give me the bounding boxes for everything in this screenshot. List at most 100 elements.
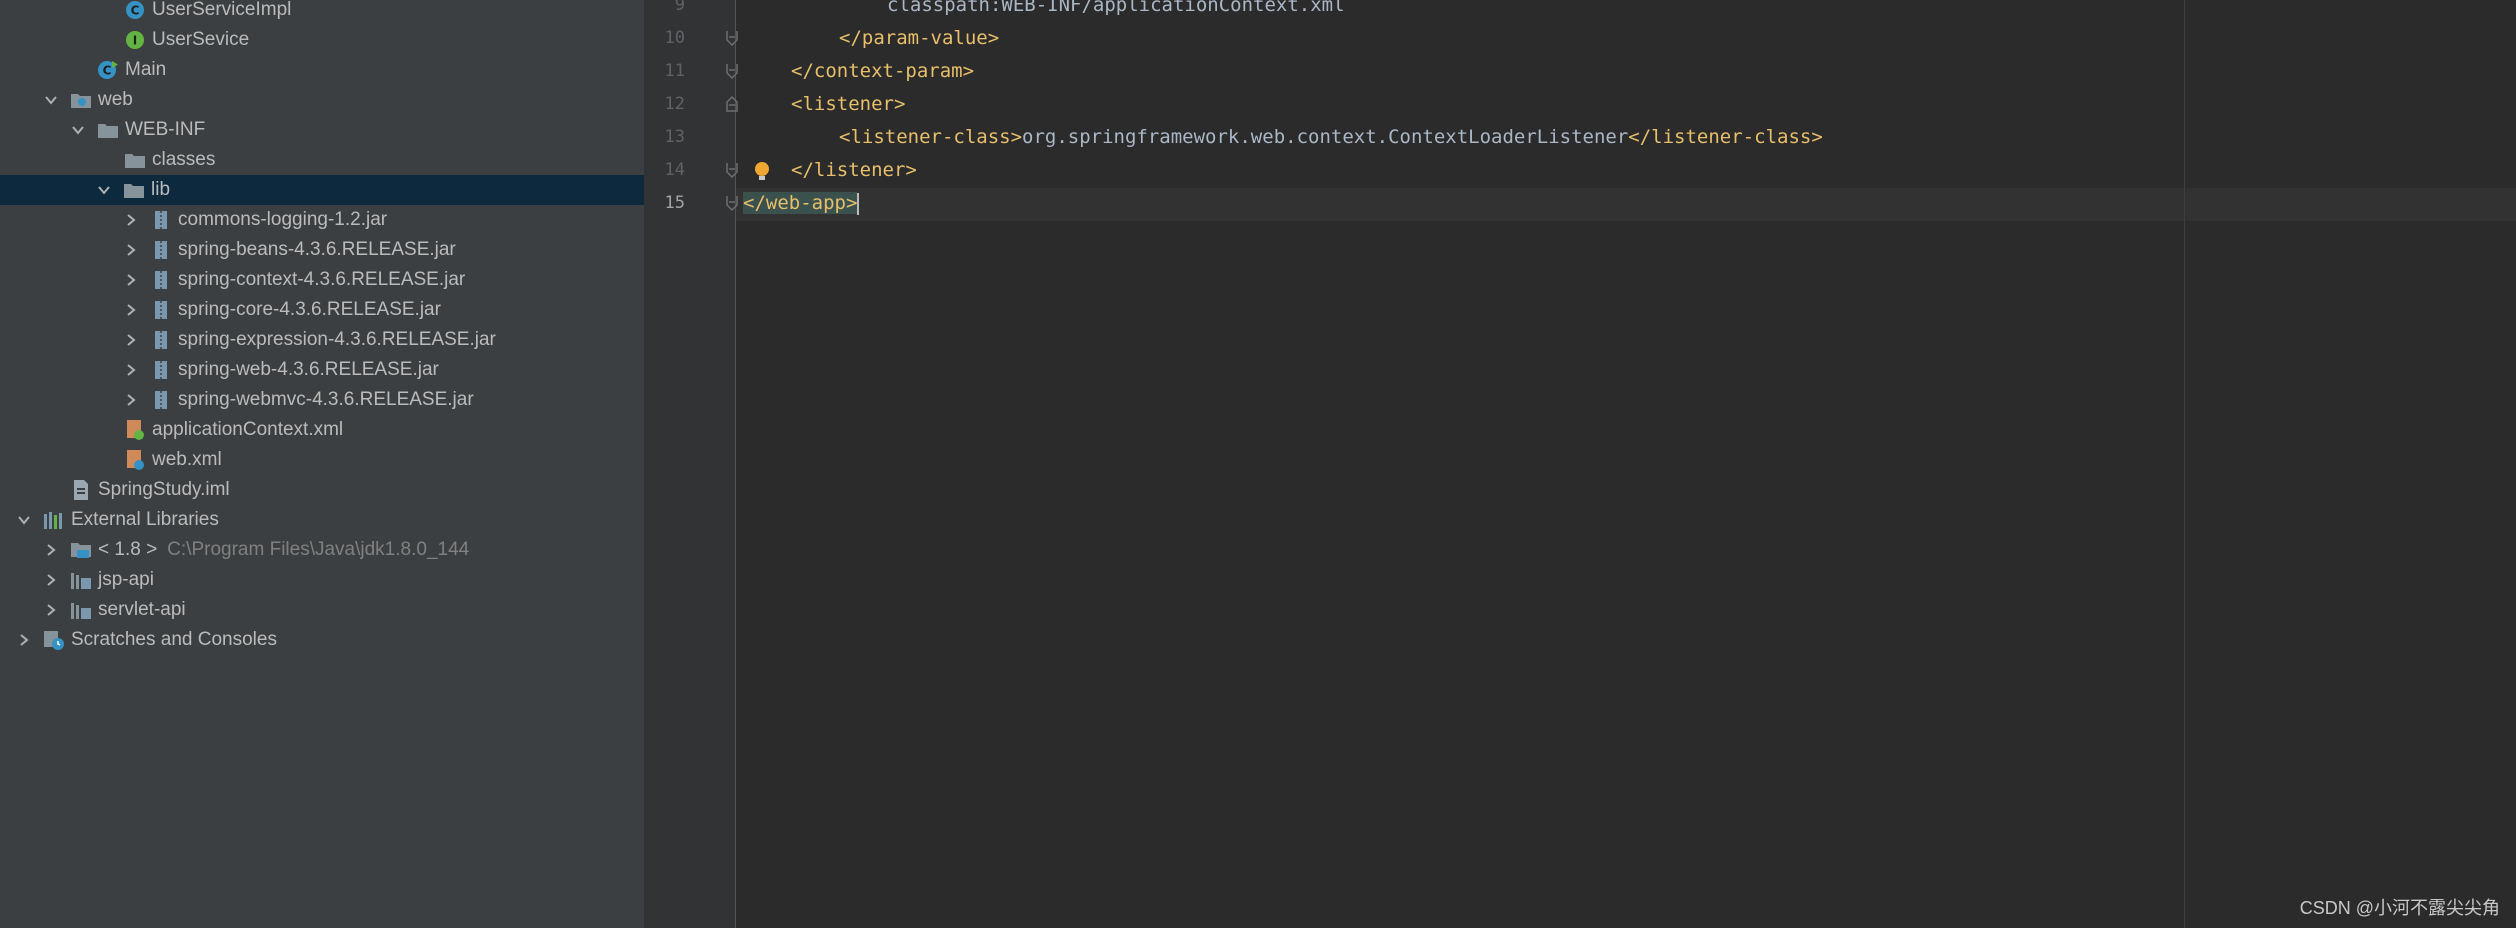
chevron-down-icon[interactable] — [17, 513, 31, 527]
line-number: 15 — [664, 193, 685, 213]
chevron-right-icon[interactable] — [44, 543, 58, 557]
svg-text:I: I — [133, 34, 137, 48]
tree-item-label: spring-beans-4.3.6.RELEASE.jar — [178, 239, 456, 260]
tree-item-label: commons-logging-1.2.jar — [178, 209, 388, 230]
jar-icon — [150, 239, 172, 261]
tree-item-jar[interactable]: spring-core-4.3.6.RELEASE.jar — [0, 295, 644, 325]
tree-item-jar[interactable]: spring-webmvc-4.3.6.RELEASE.jar — [0, 385, 644, 415]
fold-end-icon[interactable] — [725, 162, 739, 178]
folder-icon — [123, 179, 145, 201]
right-margin-guide — [2184, 0, 2185, 928]
chevron-right-icon[interactable] — [124, 273, 138, 287]
chevron-right-icon[interactable] — [44, 573, 58, 587]
jar-icon — [150, 269, 172, 291]
tree-item-lib[interactable]: lib — [0, 175, 644, 205]
code-line-12[interactable]: <listener> — [791, 93, 905, 115]
code-line-10[interactable]: </param-value> — [839, 27, 999, 49]
tree-item-label: classes — [152, 149, 216, 170]
fold-end-icon[interactable] — [725, 63, 739, 79]
tree-item-jdk[interactable]: < 1.8 > C:\Program Files\Java\jdk1.8.0_1… — [0, 535, 644, 565]
java-main-class-icon: C — [97, 59, 119, 81]
xml-tag: </param-value> — [839, 27, 1000, 49]
jar-icon — [150, 329, 172, 351]
code-line-11[interactable]: </context-param> — [791, 60, 974, 82]
jar-icon — [150, 299, 172, 321]
tree-item-servlet-api[interactable]: servlet-api — [0, 595, 644, 625]
tree-item-web[interactable]: web — [0, 85, 644, 115]
web-folder-icon — [70, 89, 92, 111]
current-line-highlight — [736, 188, 2516, 221]
libraries-icon — [43, 509, 65, 531]
jar-icon — [150, 389, 172, 411]
tree-item-label: spring-context-4.3.6.RELEASE.jar — [178, 269, 466, 290]
chevron-right-icon[interactable] — [124, 363, 138, 377]
code-text: classpath:WEB-INF/applicationContext.xml — [887, 0, 1345, 16]
tree-item-web-inf[interactable]: WEB-INF — [0, 115, 644, 145]
web-xml-icon — [124, 449, 146, 471]
code-line-15[interactable]: </web-app> — [743, 192, 860, 215]
tree-item-classes[interactable]: classes — [0, 145, 644, 175]
tree-item-jar[interactable]: spring-web-4.3.6.RELEASE.jar — [0, 355, 644, 385]
project-tree-panel: C UserServiceImpl I UserSevice C Main we… — [0, 0, 645, 928]
jdk-path: C:\Program Files\Java\jdk1.8.0_144 — [167, 539, 470, 560]
chevron-down-icon[interactable] — [71, 123, 85, 137]
tree-item-label: spring-core-4.3.6.RELEASE.jar — [178, 299, 441, 320]
chevron-down-icon[interactable] — [97, 183, 111, 197]
line-number: 13 — [664, 127, 685, 147]
tree-item-label: servlet-api — [98, 599, 186, 620]
chevron-down-icon[interactable] — [44, 93, 58, 107]
fold-start-icon[interactable] — [725, 96, 739, 112]
svg-text:C: C — [131, 4, 140, 18]
chevron-right-icon[interactable] — [124, 333, 138, 347]
library-icon — [70, 569, 92, 591]
chevron-right-icon[interactable] — [17, 633, 31, 647]
java-interface-icon: I — [124, 29, 146, 51]
tree-item-usersevice[interactable]: I UserSevice — [0, 25, 644, 55]
library-icon — [70, 599, 92, 621]
tree-item-label: jsp-api — [98, 569, 154, 590]
tree-item-applicationcontext-xml[interactable]: applicationContext.xml — [0, 415, 644, 445]
jdk-icon — [70, 539, 92, 561]
tree-item-label: WEB-INF — [125, 119, 206, 140]
tree-item-label: spring-webmvc-4.3.6.RELEASE.jar — [178, 389, 474, 410]
tree-item-label: < 1.8 > — [98, 539, 158, 560]
xml-tag: <listener-class> — [839, 126, 1023, 148]
tree-item-label: UserSevice — [152, 29, 250, 50]
tree-item-label: SpringStudy.iml — [98, 479, 230, 500]
xml-tag: </context-param> — [791, 60, 975, 82]
fold-end-icon[interactable] — [725, 195, 739, 211]
chevron-right-icon[interactable] — [124, 393, 138, 407]
code-text: org.springframework.web.context.ContextL… — [1022, 126, 1629, 148]
chevron-right-icon[interactable] — [124, 243, 138, 257]
code-line-9[interactable]: classpath:WEB-INF/applicationContext.xml — [887, 0, 1345, 16]
jar-icon — [150, 209, 172, 231]
chevron-right-icon[interactable] — [44, 603, 58, 617]
java-class-icon: C — [124, 0, 146, 21]
code-editor[interactable]: 9 10 11 12 13 14 15 classpath:WEB-INF/ap… — [645, 0, 2516, 928]
tree-item-jar[interactable]: spring-expression-4.3.6.RELEASE.jar — [0, 325, 644, 355]
folder-icon — [97, 119, 119, 141]
code-line-14[interactable]: </listener> — [791, 159, 917, 181]
chevron-right-icon[interactable] — [124, 213, 138, 227]
tree-item-jar[interactable]: spring-beans-4.3.6.RELEASE.jar — [0, 235, 644, 265]
fold-end-icon[interactable] — [725, 30, 739, 46]
tree-item-jar[interactable]: commons-logging-1.2.jar — [0, 205, 644, 235]
tree-item-springstudy-iml[interactable]: SpringStudy.iml — [0, 475, 644, 505]
line-number: 11 — [664, 61, 685, 81]
tree-item-external-libraries[interactable]: External Libraries — [0, 505, 644, 535]
tree-item-userserviceimpl[interactable]: C UserServiceImpl — [0, 0, 644, 25]
code-line-13[interactable]: <listener-class>org.springframework.web.… — [839, 126, 1823, 148]
tree-item-jsp-api[interactable]: jsp-api — [0, 565, 644, 595]
tree-item-jar[interactable]: spring-context-4.3.6.RELEASE.jar — [0, 265, 644, 295]
xml-tag: </listener-class> — [1628, 126, 1823, 148]
lightbulb-icon[interactable] — [753, 161, 771, 183]
folder-icon — [124, 149, 146, 171]
tree-item-label: Main — [125, 59, 167, 80]
tree-item-main[interactable]: C Main — [0, 55, 644, 85]
tree-item-web-xml[interactable]: web.xml — [0, 445, 644, 475]
tree-item-scratches[interactable]: Scratches and Consoles — [0, 625, 644, 655]
line-number-gutter[interactable]: 9 10 11 12 13 14 15 — [645, 0, 769, 928]
chevron-right-icon[interactable] — [124, 303, 138, 317]
tree-item-label: web — [98, 89, 133, 110]
iml-file-icon — [70, 479, 92, 501]
